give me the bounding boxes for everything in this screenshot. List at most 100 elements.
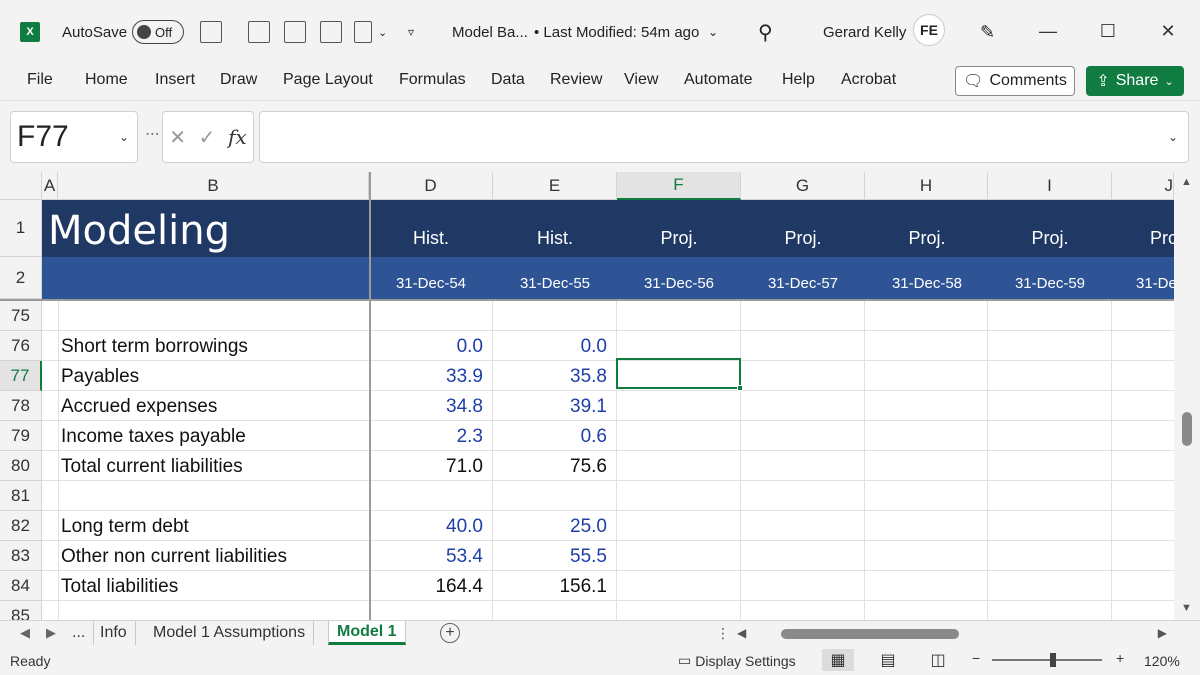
cell-value-e[interactable]: 35.8 (497, 366, 607, 388)
name-box[interactable]: F77 ⌄ (10, 111, 138, 163)
row-header-1[interactable]: 1 (0, 200, 42, 257)
tab-insert[interactable]: Insert (155, 71, 195, 89)
row-header-82[interactable]: 82 (0, 511, 42, 541)
avatar[interactable]: FE (913, 14, 945, 46)
row-label[interactable]: Long term debt (61, 516, 189, 538)
more-sheets-button[interactable]: ... (64, 621, 95, 645)
row-header-80[interactable]: 80 (0, 451, 42, 481)
magic-wand-icon[interactable]: ✎ (980, 18, 995, 46)
column-header-i[interactable]: I (988, 172, 1112, 200)
enter-icon[interactable]: ✓ (199, 125, 216, 150)
minimize-button[interactable]: — (1028, 16, 1068, 46)
row-header-77[interactable]: 77 (0, 361, 42, 391)
normal-view-icon[interactable]: ▦ (822, 649, 854, 671)
cell-value-d[interactable]: 34.8 (373, 396, 483, 418)
cell-value-e[interactable]: 25.0 (497, 516, 607, 538)
formula-input[interactable]: ⌄ (259, 111, 1189, 163)
column-header-a[interactable]: A (42, 172, 58, 200)
vertical-scrollbar[interactable]: ▲ ▼ (1174, 172, 1200, 620)
column-header-b[interactable]: B (58, 172, 369, 200)
cell-value-e[interactable]: 0.0 (497, 336, 607, 358)
row-label[interactable]: Short term borrowings (61, 336, 248, 358)
cell-value-e[interactable]: 156.1 (497, 576, 607, 598)
cell-value-d[interactable]: 71.0 (373, 456, 483, 478)
column-header-e[interactable]: E (493, 172, 617, 200)
active-cell-f77[interactable] (616, 358, 743, 391)
more-options-icon[interactable]: ⋮ (145, 127, 161, 141)
cell-value-d[interactable]: 40.0 (373, 516, 483, 538)
vertical-scroll-thumb[interactable] (1182, 412, 1192, 446)
scroll-down-icon[interactable]: ▼ (1181, 602, 1192, 614)
cell-value-d[interactable]: 53.4 (373, 546, 483, 568)
tab-page-layout[interactable]: Page Layout (283, 71, 373, 89)
tab-view[interactable]: View (624, 71, 658, 89)
last-modified[interactable]: • Last Modified: 54m ago (534, 18, 699, 46)
select-all-corner[interactable] (0, 172, 42, 200)
cell-value-e[interactable]: 0.6 (497, 426, 607, 448)
row-label[interactable]: Total liabilities (61, 576, 178, 598)
column-header-f[interactable]: F (617, 172, 741, 200)
sheet-tab-model-1[interactable]: Model 1 (328, 621, 406, 645)
tab-home[interactable]: Home (85, 71, 128, 89)
cell-value-d[interactable]: 33.9 (373, 366, 483, 388)
cancel-icon[interactable]: ✕ (169, 125, 186, 150)
align-left-icon[interactable]: ⌄ (354, 18, 387, 46)
page-layout-view-icon[interactable]: ▤ (872, 649, 904, 671)
camera-icon[interactable] (284, 18, 306, 46)
comments-button[interactable]: 🗨 Comments (955, 66, 1075, 96)
close-button[interactable]: ✕ (1148, 16, 1188, 46)
cell-value-d[interactable]: 164.4 (373, 576, 483, 598)
cell-value-d[interactable]: 0.0 (373, 336, 483, 358)
sheet-tab-model-1-assumptions[interactable]: Model 1 Assumptions (145, 621, 315, 645)
next-sheet-icon[interactable]: ▶ (46, 625, 56, 641)
add-sheet-icon[interactable]: + (440, 623, 460, 643)
row-header-75[interactable]: 75 (0, 301, 42, 331)
row-header-83[interactable]: 83 (0, 541, 42, 571)
cell-value-d[interactable]: 2.3 (373, 426, 483, 448)
horizontal-scroll-thumb[interactable] (781, 629, 959, 639)
row-label[interactable]: Accrued expenses (61, 396, 217, 418)
maximize-button[interactable]: ☐ (1088, 16, 1128, 46)
row-header-2[interactable]: 2 (0, 257, 42, 299)
scroll-up-icon[interactable]: ▲ (1181, 176, 1192, 188)
row-header-78[interactable]: 78 (0, 391, 42, 421)
column-header-j[interactable]: J (1112, 172, 1174, 200)
zoom-out-icon[interactable]: − (972, 650, 980, 666)
row-label[interactable]: Payables (61, 366, 139, 388)
scroll-left-icon[interactable]: ◀ (737, 626, 746, 640)
tab-formulas[interactable]: Formulas (399, 71, 466, 89)
expand-formula-icon[interactable]: ⌄ (1168, 130, 1178, 144)
save-icon[interactable] (200, 18, 222, 46)
column-header-g[interactable]: G (741, 172, 865, 200)
cell-value-e[interactable]: 39.1 (497, 396, 607, 418)
zoom-track[interactable] (992, 659, 1102, 661)
tab-help[interactable]: Help (782, 71, 815, 89)
zoom-knob[interactable] (1050, 653, 1056, 667)
zoom-in-icon[interactable]: + (1116, 650, 1124, 666)
zoom-percentage[interactable]: 120% (1144, 653, 1180, 669)
column-header-h[interactable]: H (865, 172, 988, 200)
user-name[interactable]: Gerard Kelly (823, 18, 906, 46)
worksheet-grid[interactable]: A B D E F G H I J Modeling 1 2 Hist. His… (0, 172, 1200, 620)
tab-automate[interactable]: Automate (684, 71, 752, 89)
row-header-76[interactable]: 76 (0, 331, 42, 361)
save-as-icon[interactable] (248, 18, 270, 46)
zoom-slider[interactable]: − + (970, 650, 1132, 668)
tab-data[interactable]: Data (491, 71, 525, 89)
sheet-tab-info[interactable]: Info (92, 621, 136, 645)
tab-acrobat[interactable]: Acrobat (841, 71, 896, 89)
cell-value-e[interactable]: 75.6 (497, 456, 607, 478)
tab-review[interactable]: Review (550, 71, 602, 89)
tab-split-handle-icon[interactable]: ⋮ (716, 625, 730, 642)
display-settings-button[interactable]: ▭ Display Settings (678, 652, 796, 669)
share-button[interactable]: ⇪ Share ⌄ (1086, 66, 1184, 96)
tab-draw[interactable]: Draw (220, 71, 257, 89)
fill-handle[interactable] (737, 385, 743, 391)
page-break-view-icon[interactable]: ◫ (922, 649, 954, 671)
autosave-toggle[interactable]: Off (132, 18, 184, 46)
prev-sheet-icon[interactable]: ◀ (20, 625, 30, 641)
search-icon[interactable]: ⚲ (758, 18, 773, 46)
cell-value-e[interactable]: 55.5 (497, 546, 607, 568)
customize-toolbar-icon[interactable]: ▿ (408, 18, 414, 46)
print-preview-icon[interactable] (320, 18, 342, 46)
